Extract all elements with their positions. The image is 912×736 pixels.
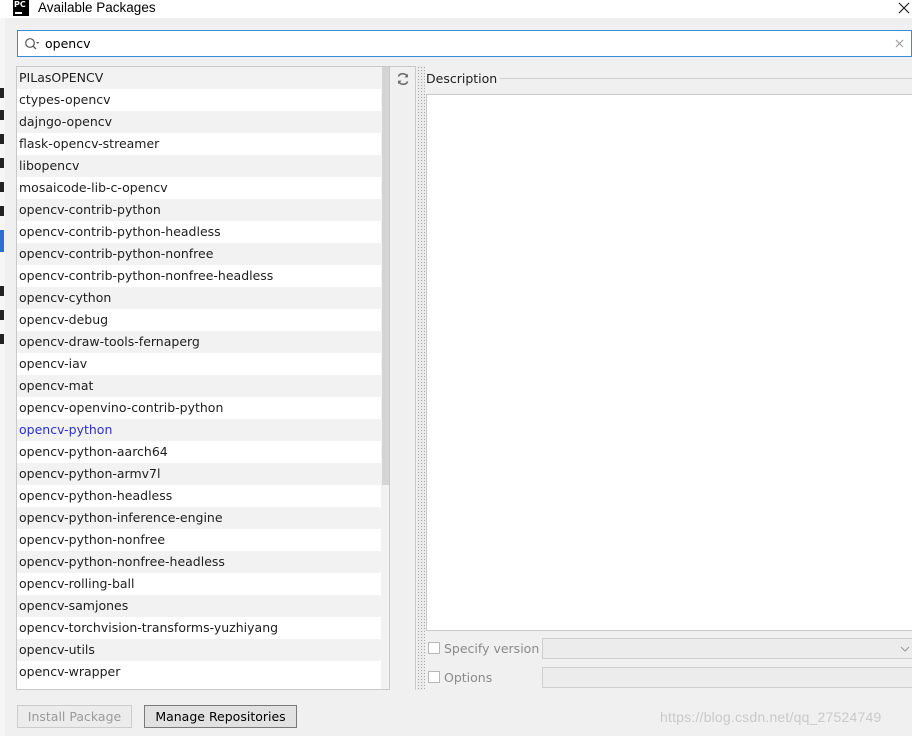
specify-version-checkbox[interactable] bbox=[428, 642, 440, 654]
package-list-item[interactable]: flask-opencv-streamer bbox=[17, 133, 381, 155]
package-list-item[interactable]: opencv-python-inference-engine bbox=[17, 507, 381, 529]
package-list-item[interactable]: opencv-python-nonfree bbox=[17, 529, 381, 551]
package-list-item[interactable]: opencv-utils bbox=[17, 639, 381, 661]
options-label: Options bbox=[444, 669, 493, 685]
options-checkbox[interactable] bbox=[428, 671, 440, 683]
install-package-button[interactable]: Install Package bbox=[17, 705, 132, 728]
package-list-item[interactable]: opencv-wrapper bbox=[17, 661, 381, 683]
package-list-item[interactable]: libopencv bbox=[17, 155, 381, 177]
title-bar: PC Available Packages bbox=[0, 0, 912, 18]
options-row[interactable]: Options bbox=[428, 667, 492, 687]
clear-search-icon[interactable] bbox=[894, 38, 905, 49]
refresh-button[interactable] bbox=[395, 71, 411, 87]
options-input[interactable] bbox=[542, 667, 912, 688]
close-icon bbox=[898, 2, 910, 14]
package-list-item[interactable]: opencv-contrib-python-headless bbox=[17, 221, 381, 243]
list-scroll-thumb[interactable] bbox=[382, 67, 389, 485]
package-list-item[interactable]: opencv-contrib-python bbox=[17, 199, 381, 221]
package-list-item[interactable]: mosaicode-lib-c-opencv bbox=[17, 177, 381, 199]
pycharm-logo-icon: PC bbox=[13, 0, 29, 16]
package-list-item[interactable]: opencv-mat bbox=[17, 375, 381, 397]
close-window-button[interactable] bbox=[896, 0, 912, 16]
window-title: Available Packages bbox=[38, 0, 156, 15]
package-list-item[interactable]: opencv-debug bbox=[17, 309, 381, 331]
package-list-item[interactable]: opencv-torchvision-transforms-yuzhiyang bbox=[17, 617, 381, 639]
package-list-item[interactable]: opencv-python-nonfree-headless bbox=[17, 551, 381, 573]
search-input[interactable] bbox=[45, 34, 865, 53]
package-list-item[interactable]: opencv-iav bbox=[17, 353, 381, 375]
version-select[interactable] bbox=[542, 638, 912, 659]
package-list-item[interactable]: opencv-contrib-python-nonfree bbox=[17, 243, 381, 265]
package-list-item[interactable]: opencv-samjones bbox=[17, 595, 381, 617]
background-window-edge bbox=[0, 18, 5, 736]
description-area bbox=[426, 94, 912, 631]
description-label: Description bbox=[426, 71, 501, 87]
specify-version-label: Specify version bbox=[444, 640, 540, 656]
package-list-item[interactable]: opencv-python-aarch64 bbox=[17, 441, 381, 463]
package-list-item[interactable]: opencv-contrib-python-nonfree-headless bbox=[17, 265, 381, 287]
package-list-item[interactable]: opencv-draw-tools-fernaperg bbox=[17, 331, 381, 353]
package-list-item[interactable]: opencv-cython bbox=[17, 287, 381, 309]
package-list[interactable]: PILasOPENCV ctypes-opencv dajngo-opencv fla… bbox=[16, 66, 390, 690]
list-toolbar bbox=[390, 66, 416, 690]
specify-version-row[interactable]: Specify version bbox=[428, 638, 539, 658]
panel-splitter[interactable] bbox=[417, 66, 425, 690]
watermark: https://blog.csdn.net/qq_27524749 bbox=[660, 709, 882, 725]
search-icon bbox=[25, 38, 40, 50]
package-list-item[interactable]: opencv-rolling-ball bbox=[17, 573, 381, 595]
chevron-down-icon bbox=[900, 646, 910, 652]
refresh-icon bbox=[397, 72, 409, 86]
package-list-item[interactable]: opencv-python-armv7l bbox=[17, 463, 381, 485]
list-scrollbar[interactable] bbox=[381, 67, 389, 689]
package-list-item[interactable]: ctypes-opencv bbox=[17, 89, 381, 111]
manage-repositories-button[interactable]: Manage Repositories bbox=[144, 705, 297, 728]
package-list-item[interactable]: opencv-python bbox=[17, 419, 381, 441]
search-box[interactable] bbox=[17, 30, 912, 57]
package-list-item[interactable]: opencv-python-headless bbox=[17, 485, 381, 507]
package-list-item[interactable]: opencv-openvino-contrib-python bbox=[17, 397, 381, 419]
package-list-item[interactable]: dajngo-opencv bbox=[17, 111, 381, 133]
package-list-item[interactable]: PILasOPENCV bbox=[17, 67, 381, 89]
